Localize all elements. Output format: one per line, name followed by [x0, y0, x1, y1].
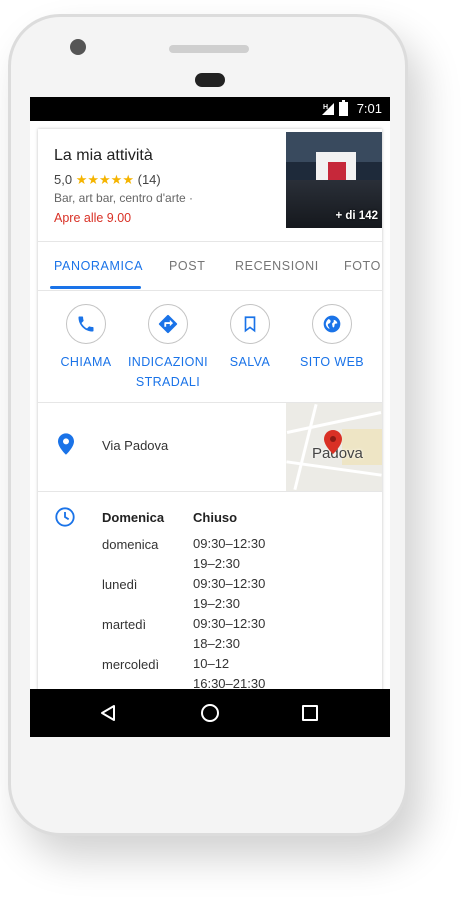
- map-thumbnail[interactable]: Padova: [286, 403, 382, 491]
- phone-screen: H 7:01 La mia attività 5,0 ★★★★★ (14) Ba…: [30, 97, 390, 737]
- hours-slot: 09:30–12:30: [193, 536, 266, 551]
- front-camera: [70, 39, 86, 55]
- directions-icon: [158, 314, 178, 334]
- hours-day: lunedì: [102, 577, 138, 592]
- save-label: SALVA: [229, 355, 271, 369]
- call-icon-circle: [66, 304, 106, 344]
- tab-foto[interactable]: FOTO: [344, 259, 381, 273]
- hours-slot: 09:30–12:30: [193, 576, 266, 591]
- business-card: La mia attività 5,0 ★★★★★ (14) Bar, art …: [38, 129, 382, 729]
- business-name: La mia attività: [54, 147, 153, 164]
- opening-status: Apre alle 9.00: [54, 211, 132, 225]
- globe-icon: [323, 315, 341, 333]
- map-marker-icon: [324, 430, 342, 459]
- call-button[interactable]: CHIAMA: [44, 304, 128, 372]
- battery-icon: [339, 100, 348, 116]
- hours-day: domenica: [102, 537, 159, 552]
- hours-slots: 09:30–12:30 18–2:30: [193, 614, 265, 654]
- earpiece-speaker: [169, 45, 249, 53]
- directions-label-line1: INDICAZIONI: [127, 355, 209, 369]
- active-tab-indicator: [50, 286, 141, 289]
- today-day: Domenica: [102, 510, 165, 525]
- hours-slots: 10–12 16:30–21:30: [193, 654, 265, 694]
- today-status: Chiuso: [193, 510, 238, 525]
- rating-stars: ★★★★★: [75, 172, 134, 187]
- directions-icon-circle: [148, 304, 188, 344]
- hours-slot: 18–2:30: [193, 636, 240, 651]
- proximity-sensor: [195, 73, 225, 87]
- photos-count-label: + di 142: [335, 210, 378, 222]
- navigation-bar: [30, 689, 390, 737]
- save-button[interactable]: SALVA: [208, 304, 292, 372]
- save-icon-circle: [230, 304, 270, 344]
- phone-icon: [78, 316, 94, 332]
- address-row[interactable]: Via Padova Padova: [38, 403, 382, 492]
- back-icon[interactable]: [100, 704, 116, 727]
- tab-bar: PANORAMICA POST RECENSIONI FOTO: [38, 241, 382, 291]
- tab-panoramica[interactable]: PANORAMICA: [54, 259, 143, 273]
- hours-day: martedì: [102, 617, 147, 632]
- directions-label: INDICAZIONI STRADALI: [126, 352, 210, 392]
- rating-value: 5,0: [54, 172, 73, 187]
- hours-slots: 09:30–12:30 19–2:30: [193, 534, 265, 574]
- location-pin-icon: [58, 433, 74, 460]
- action-buttons: CHIAMA INDICAZIONI STRADALI SALVA SITO W…: [38, 290, 382, 403]
- tab-post[interactable]: POST: [169, 259, 205, 273]
- reviews-count: (14): [137, 172, 161, 187]
- clock-icon: [54, 506, 76, 533]
- hours-slots: 09:30–12:30 19–2:30: [193, 574, 265, 614]
- home-icon[interactable]: [201, 704, 219, 722]
- website-icon-circle: [312, 304, 352, 344]
- hours-slot: 19–2:30: [193, 556, 240, 571]
- hours-slot: 10–12: [193, 656, 230, 671]
- call-label: CHIAMA: [60, 355, 112, 369]
- tab-recensioni[interactable]: RECENSIONI: [235, 259, 319, 273]
- recent-apps-icon[interactable]: [302, 705, 318, 721]
- photo-thumbnail[interactable]: + di 142: [286, 132, 382, 228]
- status-bar: H 7:01: [30, 97, 390, 121]
- signal-icon: [322, 103, 334, 115]
- hours-slot: 09:30–12:30: [193, 616, 266, 631]
- website-label: SITO WEB: [299, 355, 365, 369]
- directions-button[interactable]: INDICAZIONI STRADALI: [126, 304, 210, 392]
- bookmark-icon: [244, 316, 256, 333]
- business-category: Bar, art bar, centro d'arte ·: [54, 191, 194, 205]
- address-text: Via Padova: [102, 438, 169, 453]
- clock-time: 7:01: [356, 101, 382, 116]
- directions-label-line2: STRADALI: [135, 375, 201, 389]
- hours-slot: 19–2:30: [193, 596, 240, 611]
- hours-day: mercoledì: [102, 657, 160, 672]
- rating-row[interactable]: 5,0 ★★★★★ (14): [54, 172, 161, 188]
- website-button[interactable]: SITO WEB: [290, 304, 374, 372]
